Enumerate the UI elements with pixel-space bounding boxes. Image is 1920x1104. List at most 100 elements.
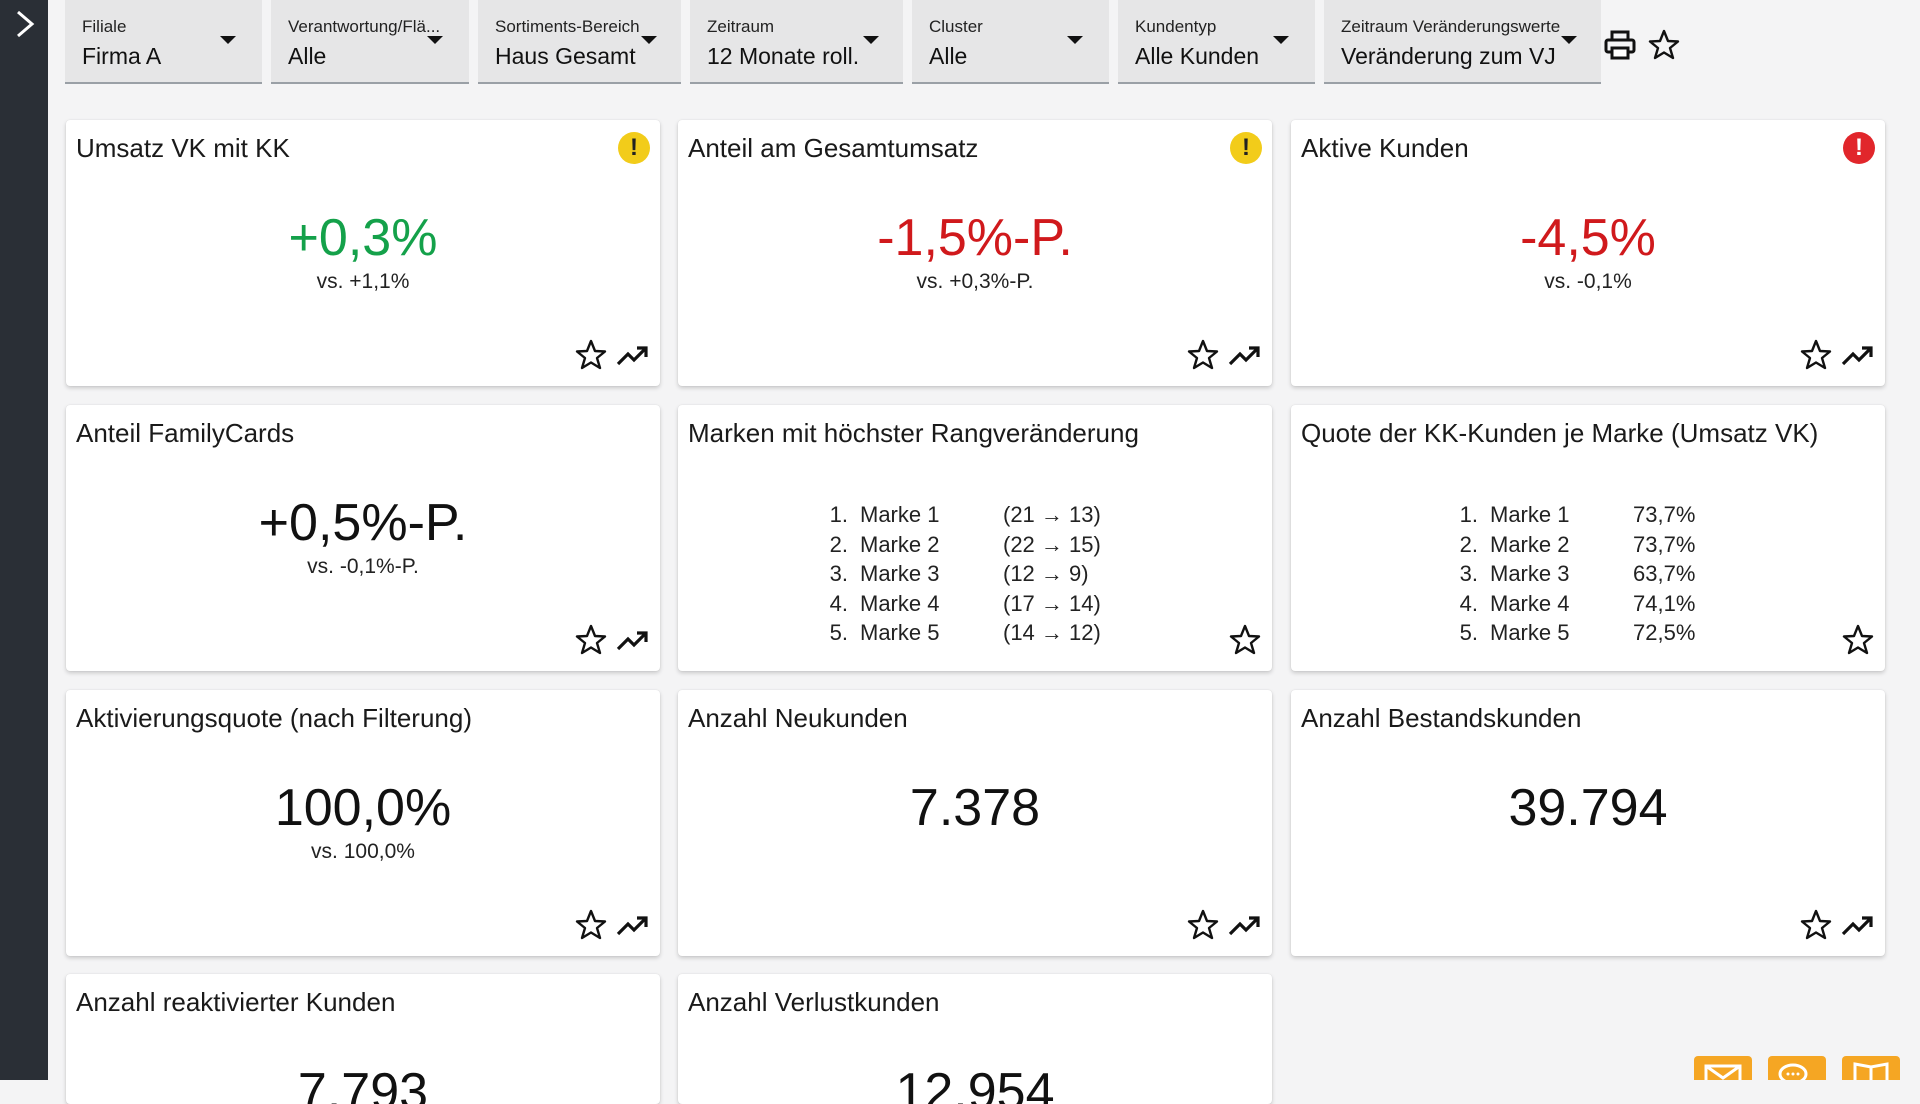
filter-bar: Filiale Firma A Verantwortung/Flä... All… — [65, 0, 1601, 87]
brand-name: Marke 3 — [860, 561, 940, 586]
filter-label: Zeitraum — [707, 17, 775, 36]
card-actions — [1841, 623, 1875, 657]
caret-down-icon — [863, 36, 879, 44]
print-icon[interactable] — [1603, 28, 1637, 62]
list-item: 1. Marke 1 (21 → 13) — [816, 500, 1101, 530]
ranking-list: 1. Marke 1 73,7% 2. Marke 2 73,7% 3. Marke 3 6… — [1446, 500, 1696, 648]
filter-zeitraum-veraenderungswerte[interactable]: Zeitraum Veränderungswerte Veränderung z… — [1324, 0, 1601, 84]
filter-sortiments-bereich[interactable]: Sortiments-Bereich Haus Gesamt — [478, 0, 681, 84]
list-item: 2. Marke 2 (22 → 15) — [816, 530, 1101, 560]
quote-value: 63,7% — [1633, 561, 1696, 586]
filter-value: Alle Kunden — [1135, 43, 1260, 69]
caret-down-icon — [220, 36, 236, 44]
kpi-card-anzahl-neukunden: Anzahl Neukunden 7.378 — [678, 690, 1272, 956]
feedback-icon[interactable] — [1768, 1056, 1826, 1080]
ranking-list: 1. Marke 1 (21 → 13) 2. Marke 2 (22 → 15) 3.… — [816, 500, 1101, 648]
list-item: 4. Marke 4 74,1% — [1446, 589, 1696, 619]
star-icon[interactable] — [1841, 623, 1875, 657]
card-title: Anzahl reaktivierter Kunden — [76, 987, 396, 1017]
error-icon[interactable]: ! — [1843, 132, 1875, 164]
kpi-card-anteil-gesamtumsatz: Anteil am Gesamtumsatz ! -1,5%-P. vs. +0… — [678, 120, 1272, 386]
star-icon[interactable] — [1186, 338, 1220, 372]
card-title: Anzahl Verlustkunden — [688, 987, 940, 1017]
rank-number: 3. — [1459, 561, 1478, 586]
filter-value: Haus Gesamt — [495, 43, 636, 69]
filter-value: Veränderung zum VJ — [1341, 43, 1556, 69]
kpi-card-anteil-familycards: Anteil FamilyCards +0,5%-P. vs. -0,1%-P. — [66, 405, 660, 671]
filter-filiale[interactable]: Filiale Firma A — [65, 0, 262, 84]
card-title: Quote der KK-Kunden je Marke (Umsatz VK) — [1301, 418, 1819, 448]
star-icon[interactable] — [1647, 28, 1681, 62]
kpi-card-aktive-kunden: Aktive Kunden ! -4,5% vs. -0,1% — [1291, 120, 1885, 386]
card-actions — [1186, 908, 1262, 942]
kpi-comparison: vs. -0,1%-P. — [307, 555, 419, 578]
card-actions — [574, 338, 650, 372]
caret-down-icon — [1067, 36, 1083, 44]
filter-label: Filiale — [82, 17, 127, 36]
warning-icon[interactable]: ! — [1230, 132, 1262, 164]
kpi-value: 12.954 — [895, 1063, 1055, 1104]
quote-value: 73,7% — [1633, 531, 1696, 557]
rank-change: (12 → 9) — [1003, 561, 1089, 586]
trending-up-icon[interactable] — [616, 908, 650, 942]
card-title: Anteil am Gesamtumsatz — [688, 133, 979, 163]
kpi-value: +0,3% — [288, 209, 438, 267]
list-item: 1. Marke 1 73,7% — [1446, 500, 1696, 530]
brand-name: Marke 1 — [1490, 502, 1570, 527]
star-icon[interactable] — [1228, 623, 1262, 657]
trending-up-icon[interactable] — [1228, 338, 1262, 372]
card-title: Aktive Kunden — [1301, 133, 1469, 163]
rank-number: 3. — [829, 561, 848, 586]
rank-number: 2. — [829, 531, 848, 557]
rank-number: 2. — [1459, 531, 1478, 557]
rank-change: (21 → 13) — [1003, 502, 1101, 527]
rank-number: 5. — [1459, 620, 1478, 645]
filter-kundentyp[interactable]: Kundentyp Alle Kunden — [1118, 0, 1315, 84]
kpi-comparison: vs. -0,1% — [1544, 270, 1632, 293]
kpi-value: +0,5%-P. — [258, 494, 468, 552]
trending-up-icon[interactable] — [1841, 908, 1875, 942]
filter-verantwortung[interactable]: Verantwortung/Flä... Alle — [271, 0, 469, 84]
kpi-value: -1,5%-P. — [877, 209, 1073, 267]
kpi-comparison: vs. +1,1% — [316, 270, 410, 293]
quote-value: 73,7% — [1633, 502, 1696, 527]
list-item: 3. Marke 3 (12 → 9) — [816, 559, 1101, 589]
star-icon[interactable] — [1186, 908, 1220, 942]
kpi-comparison: vs. +0,3%-P. — [916, 270, 1034, 293]
trending-up-icon[interactable] — [1228, 908, 1262, 942]
kpi-value: -4,5% — [1520, 209, 1656, 267]
brand-name: Marke 5 — [1490, 620, 1570, 645]
mail-icon[interactable] — [1694, 1056, 1752, 1080]
filter-label: Cluster — [929, 17, 983, 36]
quote-value: 72,5% — [1633, 620, 1696, 645]
star-icon[interactable] — [1799, 908, 1833, 942]
caret-down-icon — [1561, 36, 1577, 44]
star-icon[interactable] — [574, 338, 608, 372]
kpi-value: 7.793 — [297, 1063, 429, 1104]
filter-cluster[interactable]: Cluster Alle — [912, 0, 1109, 84]
filter-zeitraum[interactable]: Zeitraum 12 Monate roll. — [690, 0, 903, 84]
kpi-value: 7.378 — [909, 779, 1041, 837]
list-item: 5. Marke 5 (14 → 12) — [816, 618, 1101, 648]
card-actions — [574, 623, 650, 657]
card-actions — [574, 908, 650, 942]
brand-name: Marke 4 — [1490, 590, 1570, 616]
chevron-right-icon[interactable] — [12, 6, 38, 42]
warning-icon[interactable]: ! — [618, 132, 650, 164]
trending-up-icon[interactable] — [616, 623, 650, 657]
card-marken-rangveraenderung: Marken mit höchster Rangveränderung 1. Ma… — [678, 405, 1272, 671]
rank-change: (14 → 12) — [1003, 620, 1101, 645]
rank-number: 5. — [829, 620, 848, 645]
star-icon[interactable] — [574, 623, 608, 657]
caret-down-icon — [427, 36, 443, 44]
brand-name: Marke 2 — [1490, 531, 1570, 557]
filter-label: Verantwortung/Flä... — [288, 17, 441, 36]
kpi-value: 100,0% — [274, 779, 452, 837]
trending-up-icon[interactable] — [616, 338, 650, 372]
trending-up-icon[interactable] — [1841, 338, 1875, 372]
list-item: 3. Marke 3 63,7% — [1446, 559, 1696, 589]
star-icon[interactable] — [574, 908, 608, 942]
star-icon[interactable] — [1799, 338, 1833, 372]
kpi-card-anzahl-bestandskunden: Anzahl Bestandskunden 39.794 — [1291, 690, 1885, 956]
book-icon[interactable] — [1842, 1056, 1900, 1080]
